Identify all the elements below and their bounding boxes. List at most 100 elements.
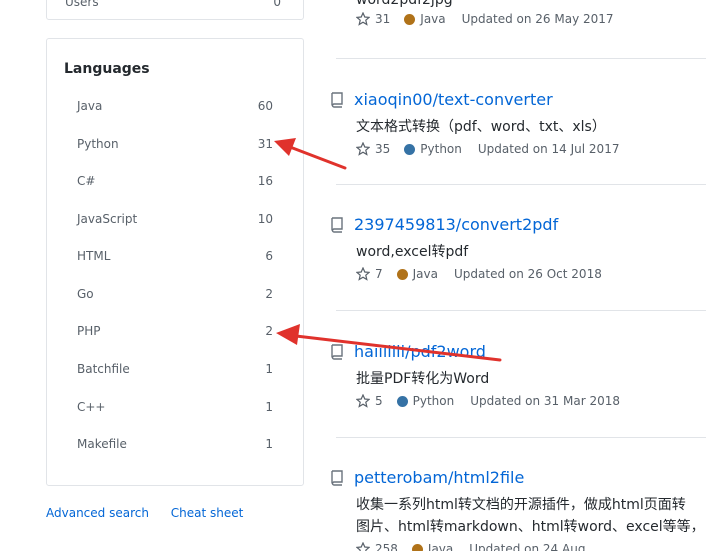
repo-description: 收集一系列html转文档的开源插件，做成html页面转	[356, 497, 686, 513]
language-count: 1	[265, 362, 273, 376]
star-count: 258	[375, 542, 398, 551]
repo-icon	[331, 216, 343, 233]
language-name: JavaScript	[77, 212, 138, 226]
updated-date: Updated on 14 Jul 2017	[477, 142, 620, 156]
repo-link[interactable]: haiiiiiii/pdf2word	[354, 342, 486, 361]
repo-language: Java	[404, 12, 446, 26]
language-name: C++	[77, 400, 106, 414]
result-divider	[336, 437, 706, 438]
stars[interactable]: 5	[356, 394, 383, 408]
language-item-cpp[interactable]: C++ 1	[77, 396, 273, 418]
language-item-python[interactable]: Python 31	[77, 133, 273, 155]
language-color-dot	[411, 543, 423, 551]
repo-meta: 258 Java Updated on 24 Aug	[356, 542, 585, 551]
language-name: C#	[77, 174, 96, 188]
language-name: Go	[77, 287, 94, 301]
language-color-dot	[404, 143, 416, 155]
result-item: 2397459813/convert2pdf word,excel转pdf 7 …	[330, 215, 706, 295]
repo-title: 2397459813/convert2pdf	[330, 215, 558, 234]
language-label: Python	[412, 394, 455, 408]
result-item: haiiiiiii/pdf2word 批量PDF转化为Word 5 Python…	[330, 342, 706, 422]
repo-language: Python	[396, 394, 455, 408]
language-item-java[interactable]: Java 60	[77, 95, 273, 117]
sidebar-footer-links: Advanced search Cheat sheet	[46, 506, 261, 520]
language-name: Makefile	[77, 437, 127, 451]
star-count: 5	[375, 394, 383, 408]
language-count: 6	[265, 249, 273, 263]
star-count: 7	[375, 267, 383, 281]
updated-date: Updated on 26 Oct 2018	[454, 267, 602, 281]
repo-description: word2pdf2jpg	[356, 0, 453, 8]
language-label: Java	[412, 267, 438, 281]
language-count: 60	[257, 99, 273, 113]
repo-description: 批量PDF转化为Word	[356, 371, 490, 387]
repo-title: petterobam/html2file	[330, 468, 524, 487]
language-count: 2	[265, 287, 273, 301]
language-name: Java	[77, 99, 103, 113]
star-icon	[356, 12, 370, 26]
language-item-go[interactable]: Go 2	[77, 283, 273, 305]
repo-meta: 31 Java Updated on 26 May 2017	[356, 12, 614, 26]
language-count: 10	[257, 212, 273, 226]
language-name: Batchfile	[77, 362, 130, 376]
result-item: petterobam/html2file 收集一系列html转文档的开源插件，做…	[330, 468, 706, 551]
language-count: 16	[257, 174, 273, 188]
updated-date: Updated on 31 Mar 2018	[470, 394, 620, 408]
language-color-dot	[396, 395, 408, 407]
repo-language: Python	[404, 142, 462, 156]
repo-link[interactable]: xiaoqin00/text-converter	[354, 90, 553, 109]
language-color-dot	[404, 13, 416, 25]
repo-language: Java	[396, 267, 438, 281]
repo-link[interactable]: 2397459813/convert2pdf	[354, 215, 558, 234]
repo-meta: 7 Java Updated on 26 Oct 2018	[356, 267, 602, 281]
languages-title: Languages	[64, 61, 150, 77]
language-count: 31	[257, 137, 273, 151]
language-item-php[interactable]: PHP 2	[77, 320, 273, 342]
stars[interactable]: 31	[356, 12, 390, 26]
repo-link[interactable]: petterobam/html2file	[354, 468, 524, 487]
repo-description: 文本格式转换（pdf、word、txt、xls）	[356, 119, 606, 135]
result-divider	[336, 184, 706, 185]
repo-description: word,excel转pdf	[356, 244, 469, 260]
users-count: 0	[273, 0, 281, 9]
users-filter-box: Users 0	[46, 0, 304, 20]
search-results-page: Users 0 Languages Java 60 Python 31 C# 1…	[0, 0, 706, 551]
language-item-html[interactable]: HTML 6	[77, 245, 273, 267]
repo-description-line-2: 图片、html转markdown、html转word、excel等等，	[356, 519, 705, 535]
result-item: xiaoqin00/text-converter 文本格式转换（pdf、word…	[330, 90, 706, 170]
result-divider	[336, 310, 706, 311]
language-count: 1	[265, 437, 273, 451]
updated-date: Updated on 24 Aug	[469, 542, 586, 551]
languages-filter-box: Languages Java 60 Python 31 C# 16 JavaSc…	[46, 38, 304, 486]
language-item-javascript[interactable]: JavaScript 10	[77, 208, 273, 230]
results-list: word2pdf2jpg 31 Java Updated on 26 May 2…	[330, 0, 706, 551]
language-item-csharp[interactable]: C# 16	[77, 170, 273, 192]
cheat-sheet-link[interactable]: Cheat sheet	[171, 506, 244, 520]
language-item-makefile[interactable]: Makefile 1	[77, 433, 273, 455]
repo-icon	[331, 91, 343, 108]
repo-title: xiaoqin00/text-converter	[330, 90, 553, 109]
result-item: word2pdf2jpg 31 Java Updated on 26 May 2…	[330, 0, 706, 42]
repo-language: Java	[411, 542, 454, 551]
language-color-dot	[396, 268, 408, 280]
language-label: Java	[427, 542, 454, 551]
stars[interactable]: 258	[356, 542, 398, 551]
language-count: 2	[265, 324, 273, 338]
stars[interactable]: 7	[356, 267, 383, 281]
star-icon	[356, 542, 370, 551]
star-count: 35	[375, 142, 391, 156]
repo-meta: 35 Python Updated on 14 Jul 2017	[356, 142, 619, 156]
advanced-search-link[interactable]: Advanced search	[46, 506, 149, 520]
language-label: Java	[420, 12, 446, 26]
repo-icon	[331, 469, 343, 486]
star-icon	[356, 267, 370, 281]
star-icon	[356, 394, 370, 408]
star-count: 31	[375, 12, 391, 26]
language-item-batchfile[interactable]: Batchfile 1	[77, 358, 273, 380]
result-divider	[336, 58, 706, 59]
stars[interactable]: 35	[356, 142, 390, 156]
language-name: PHP	[77, 324, 101, 338]
repo-meta: 5 Python Updated on 31 Mar 2018	[356, 394, 620, 408]
users-filter-item[interactable]: Users 0	[65, 0, 281, 9]
language-name: HTML	[77, 249, 111, 263]
